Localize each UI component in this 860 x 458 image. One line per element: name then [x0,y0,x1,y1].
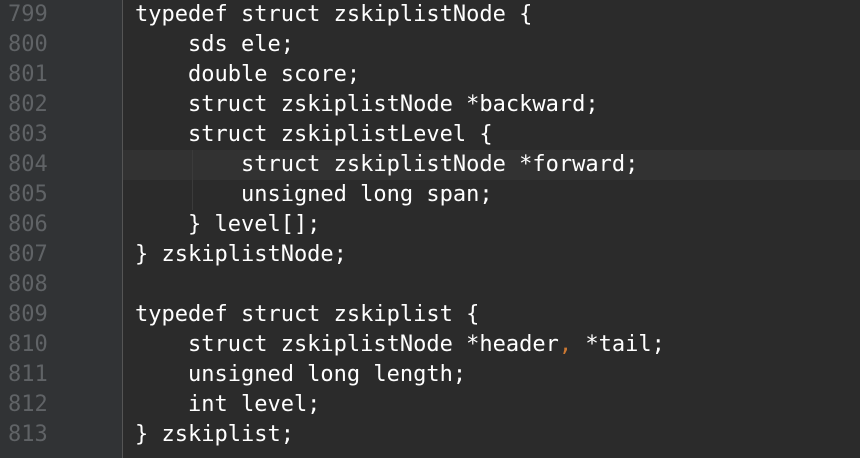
line-number: 799 [8,2,48,27]
code-line[interactable]: 810 struct zskiplistNode *header, *tail; [0,330,860,360]
code-line[interactable]: 801 double score; [0,60,860,90]
code-area[interactable]: double score; [123,60,860,90]
code-area[interactable]: struct zskiplistLevel { [123,120,860,150]
code-segment: struct zskiplistNode *header [135,332,559,357]
code-area[interactable] [123,270,860,300]
code-text: unsigned long span; [135,182,493,207]
code-line[interactable]: 802 struct zskiplistNode *backward; [0,90,860,120]
code-area[interactable]: struct zskiplistNode *backward; [123,90,860,120]
code-text: sds ele; [135,32,294,57]
code-area[interactable]: unsigned long span; [123,180,860,210]
line-number: 803 [8,122,48,147]
code-area[interactable]: } level[]; [123,210,860,240]
code-text: int level; [135,392,321,417]
code-area[interactable]: } zskiplist; [123,420,860,450]
code-line[interactable]: 808 [0,270,860,300]
line-number: 805 [8,182,48,207]
code-area[interactable]: struct zskiplistNode *forward; [123,150,860,180]
code-area[interactable]: int level; [123,390,860,420]
line-number: 809 [8,302,48,327]
code-line[interactable]: 803 struct zskiplistLevel { [0,120,860,150]
comma-token: , [558,332,573,357]
code-line[interactable]: 807 } zskiplistNode; [0,240,860,270]
code-line[interactable]: 813 } zskiplist; [0,420,860,450]
code-text: } zskiplist; [135,422,294,447]
line-number: 808 [8,272,48,297]
code-line-current[interactable]: 804 struct zskiplistNode *forward; [0,150,860,180]
code-text: typedef struct zskiplistNode { [135,2,533,27]
code-editor[interactable]: 799 typedef struct zskiplistNode { 800 s… [0,0,860,458]
code-text: struct zskiplistNode *backward; [135,92,599,117]
line-number: 802 [8,92,48,117]
line-number: 806 [8,212,48,237]
code-text: struct zskiplistLevel { [135,122,493,147]
code-area[interactable]: typedef struct zskiplist { [123,300,860,330]
line-number: 811 [8,362,48,387]
code-line[interactable]: 811 unsigned long length; [0,360,860,390]
code-segment: *tail; [572,332,665,357]
line-number: 810 [8,332,48,357]
code-area[interactable]: sds ele; [123,30,860,60]
code-text: struct zskiplistNode *header, *tail; [135,330,665,360]
code-area[interactable]: } zskiplistNode; [123,240,860,270]
code-line[interactable]: 809 typedef struct zskiplist { [0,300,860,330]
code-line[interactable]: 799 typedef struct zskiplistNode { [0,0,860,30]
line-number: 801 [8,62,48,87]
indent-guide [192,150,193,210]
code-text: double score; [135,62,361,87]
code-line[interactable]: 805 unsigned long span; [0,180,860,210]
code-text: unsigned long length; [135,362,467,387]
code-area[interactable]: struct zskiplistNode *header, *tail; [123,330,860,360]
line-number: 804 [8,152,48,177]
line-number: 813 [8,422,48,447]
code-line[interactable]: 812 int level; [0,390,860,420]
code-area[interactable]: typedef struct zskiplistNode { [123,0,860,30]
line-number: 807 [8,242,48,267]
line-number: 812 [8,392,48,417]
code-line[interactable]: 806 } level[]; [0,210,860,240]
code-text: typedef struct zskiplist { [135,302,480,327]
code-text: } level[]; [135,212,321,237]
code-area[interactable]: unsigned long length; [123,360,860,390]
line-number: 800 [8,32,48,57]
code-text: struct zskiplistNode *forward; [135,152,639,177]
code-line[interactable]: 800 sds ele; [0,30,860,60]
code-text: } zskiplistNode; [135,242,347,267]
